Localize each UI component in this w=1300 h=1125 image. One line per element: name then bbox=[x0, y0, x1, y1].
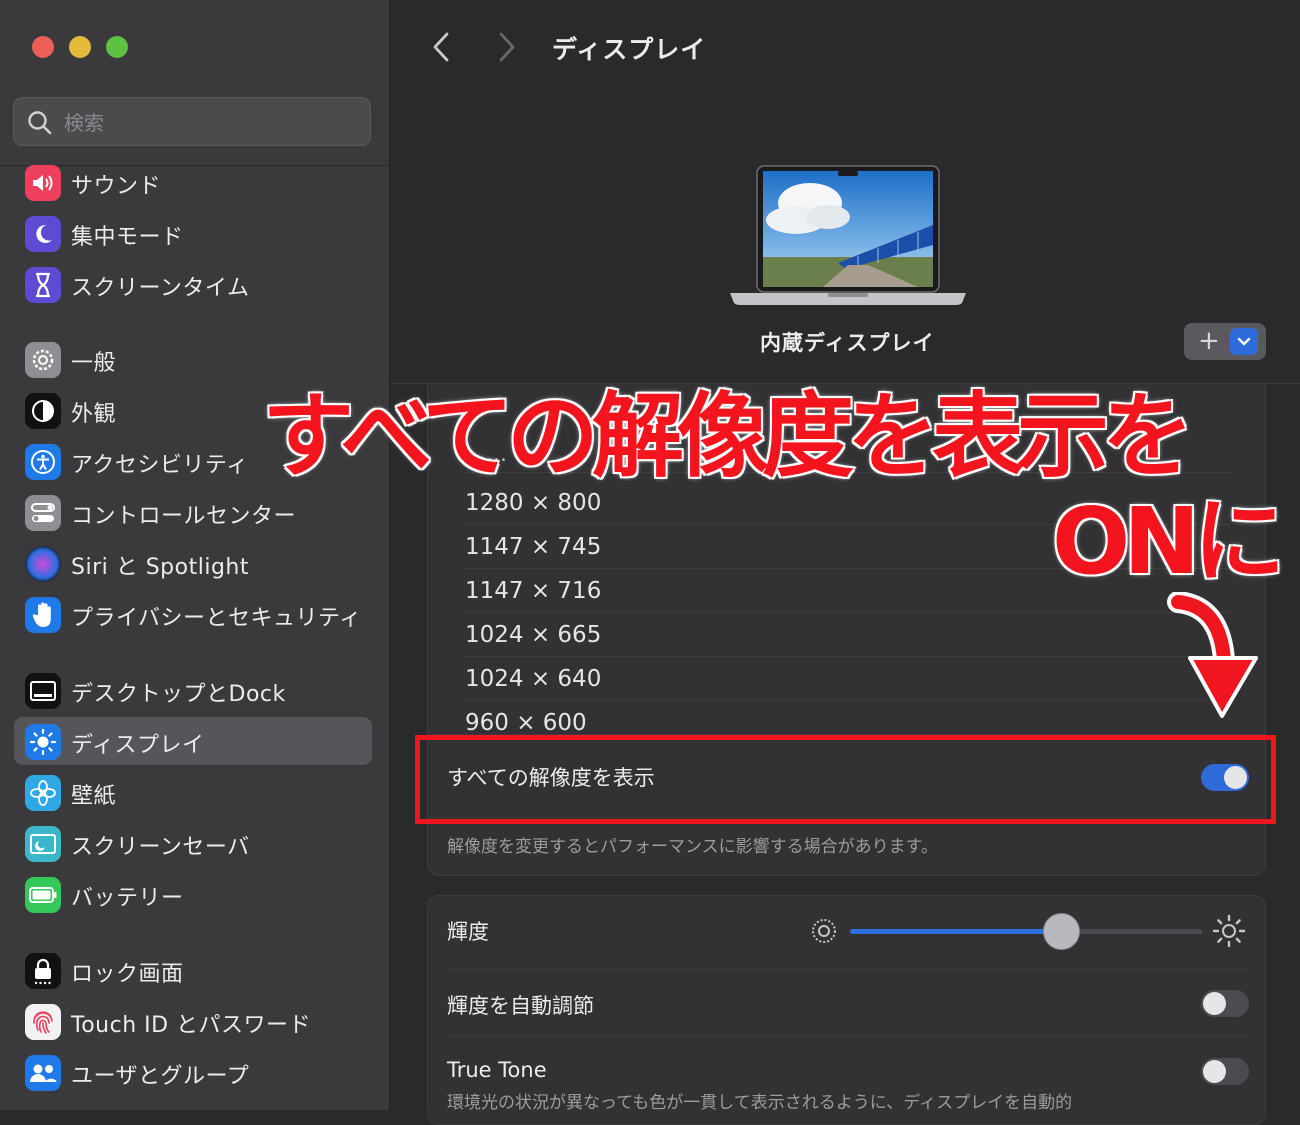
screensaver-icon bbox=[25, 826, 61, 862]
battery-icon bbox=[25, 877, 61, 913]
sidebar-item-label: Siri と Spotlight bbox=[71, 555, 249, 580]
control-center-icon bbox=[25, 495, 61, 531]
sidebar-item-privacy-security[interactable]: プライバシーとセキュリティ bbox=[14, 590, 372, 638]
sidebar-item-label: アクセシビリティ bbox=[71, 453, 249, 478]
flower-icon bbox=[25, 775, 61, 811]
true-tone-label: True Tone bbox=[447, 1058, 547, 1082]
true-tone-toggle[interactable] bbox=[1201, 1058, 1249, 1085]
sidebar-item-control-center[interactable]: コントロールセンター bbox=[14, 488, 372, 536]
window-controls bbox=[32, 36, 128, 58]
search-icon bbox=[28, 111, 52, 135]
minimize-window-button[interactable] bbox=[69, 36, 91, 58]
sidebar-item-label: バッテリー bbox=[71, 886, 184, 911]
resolution-note: 解像度を変更するとパフォーマンスに影響する場合があります。 bbox=[447, 837, 938, 857]
sidebar-item-focus[interactable]: 集中モード bbox=[14, 209, 372, 257]
fingerprint-icon bbox=[25, 1004, 61, 1040]
search-field[interactable] bbox=[13, 97, 371, 146]
sidebar-item-label: ロック画面 bbox=[71, 962, 184, 987]
sidebar-item-label: デスクトップとDock bbox=[71, 682, 286, 707]
brightness-slider[interactable] bbox=[850, 913, 1202, 950]
appearance-icon bbox=[25, 393, 61, 429]
annotation-highlight-box bbox=[415, 735, 1276, 824]
sidebar-item-label: スクリーンセーバ bbox=[71, 835, 250, 860]
annotation-arrow-icon bbox=[1167, 592, 1258, 718]
sidebar-item-lock-screen[interactable]: ロック画面 bbox=[14, 946, 372, 994]
accessibility-icon bbox=[25, 444, 61, 480]
sidebar-item-label: ディスプレイ bbox=[71, 733, 205, 758]
sidebar-item-label: 集中モード bbox=[71, 225, 184, 250]
zoom-window-button[interactable] bbox=[106, 36, 128, 58]
page-title: ディスプレイ bbox=[552, 35, 707, 64]
sidebar-item-desktop-dock[interactable]: デスクトップとDock bbox=[14, 666, 372, 714]
plus-icon: + bbox=[1198, 326, 1220, 356]
sidebar-item-label: プライバシーとセキュリティ bbox=[71, 606, 362, 631]
search-input[interactable] bbox=[62, 107, 356, 139]
gear-icon bbox=[25, 342, 61, 378]
sidebar-item-wallpaper[interactable]: 壁紙 bbox=[14, 768, 372, 816]
users-icon bbox=[25, 1055, 61, 1091]
sidebar-item-touch-id[interactable]: Touch ID とパスワード bbox=[14, 997, 372, 1045]
chevron-right-icon[interactable] bbox=[496, 30, 518, 64]
sidebar-item-label: 壁紙 bbox=[71, 784, 117, 809]
true-tone-description: 環境光の状況が異なっても色が一貫して表示されるように、ディスプレイを自動的 bbox=[447, 1093, 1073, 1113]
sidebar-item-siri-spotlight[interactable]: Siri と Spotlight bbox=[14, 539, 372, 587]
macbook-image bbox=[730, 165, 966, 305]
brightness-panel: 輝度 輝度を自動調節 True Tone 環境光の状況が異なっても色が一貫して表… bbox=[427, 895, 1266, 1125]
sidebar-item-battery[interactable]: バッテリー bbox=[14, 870, 372, 918]
auto-brightness-label: 輝度を自動調節 bbox=[447, 994, 594, 1018]
resolution-option[interactable]: 1024 × 665 bbox=[465, 614, 1230, 657]
sidebar-item-display[interactable]: ディスプレイ bbox=[14, 717, 372, 765]
sun-icon bbox=[25, 724, 61, 760]
sidebar-item-screensaver[interactable]: スクリーンセーバ bbox=[14, 819, 372, 867]
sidebar-item-general[interactable]: 一般 bbox=[14, 335, 372, 383]
sidebar: サウンド 集中モード スクリーンタイム 一般 外観 アクセシビリティ bbox=[0, 0, 390, 1110]
slider-knob[interactable] bbox=[1043, 913, 1081, 950]
annotation-text-line2: ONに bbox=[1050, 488, 1286, 595]
sun-large-icon bbox=[1212, 914, 1246, 948]
sidebar-item-screen-time[interactable]: スクリーンタイム bbox=[14, 260, 372, 308]
sun-small-icon bbox=[812, 919, 836, 943]
brightness-label: 輝度 bbox=[447, 920, 489, 944]
sidebar-item-label: サウンド bbox=[71, 174, 162, 199]
hourglass-icon bbox=[25, 267, 61, 303]
moon-icon bbox=[25, 216, 61, 252]
annotation-text-line1: すべての解像度を表示を bbox=[261, 382, 1196, 492]
sidebar-item-label: Touch ID とパスワード bbox=[71, 1013, 312, 1038]
lock-icon bbox=[25, 953, 61, 989]
chevron-down-icon[interactable] bbox=[1230, 328, 1258, 355]
sidebar-item-label: 外観 bbox=[71, 402, 117, 427]
dock-icon bbox=[25, 673, 61, 709]
sidebar-item-label: コントロールセンター bbox=[71, 504, 297, 529]
sidebar-item-sound[interactable]: サウンド bbox=[14, 158, 372, 206]
speaker-icon bbox=[25, 165, 61, 201]
chevron-left-icon[interactable] bbox=[430, 30, 452, 64]
resolution-option[interactable]: 1024 × 640 bbox=[465, 658, 1230, 701]
resolution-option[interactable]: 960 × 600 bbox=[465, 702, 1230, 736]
sidebar-item-label: 一般 bbox=[71, 351, 117, 376]
sidebar-item-label: ユーザとグループ bbox=[71, 1064, 250, 1089]
sidebar-item-label: スクリーンタイム bbox=[71, 276, 250, 301]
add-display-button[interactable]: + bbox=[1184, 323, 1266, 360]
hand-icon bbox=[25, 597, 61, 633]
display-name: 内蔵ディスプレイ bbox=[760, 331, 935, 355]
siri-icon bbox=[25, 546, 61, 582]
auto-brightness-toggle[interactable] bbox=[1201, 990, 1249, 1017]
sidebar-item-users-groups[interactable]: ユーザとグループ bbox=[14, 1048, 372, 1096]
close-window-button[interactable] bbox=[32, 36, 54, 58]
